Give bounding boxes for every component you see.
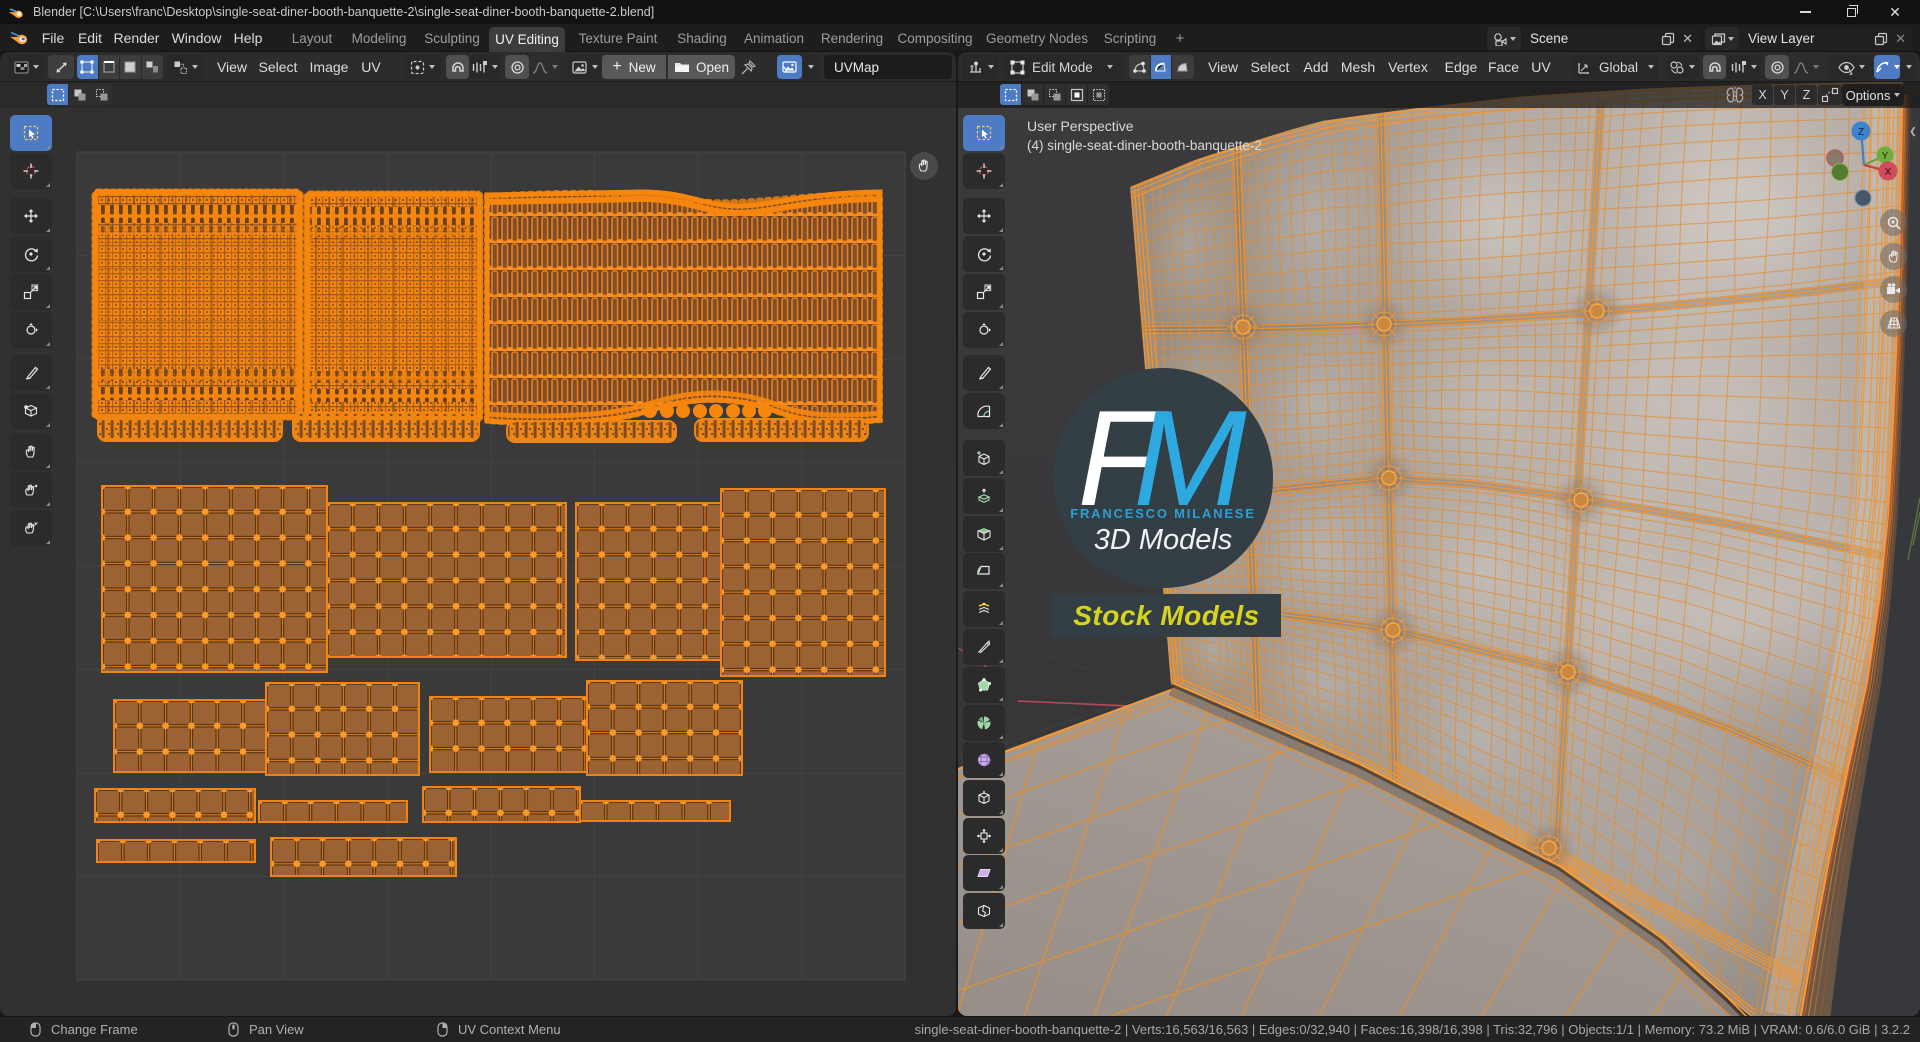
svg-text:X: X bbox=[1885, 167, 1892, 178]
svg-text:Y: Y bbox=[1882, 151, 1889, 162]
svg-text:Z: Z bbox=[1858, 127, 1864, 138]
